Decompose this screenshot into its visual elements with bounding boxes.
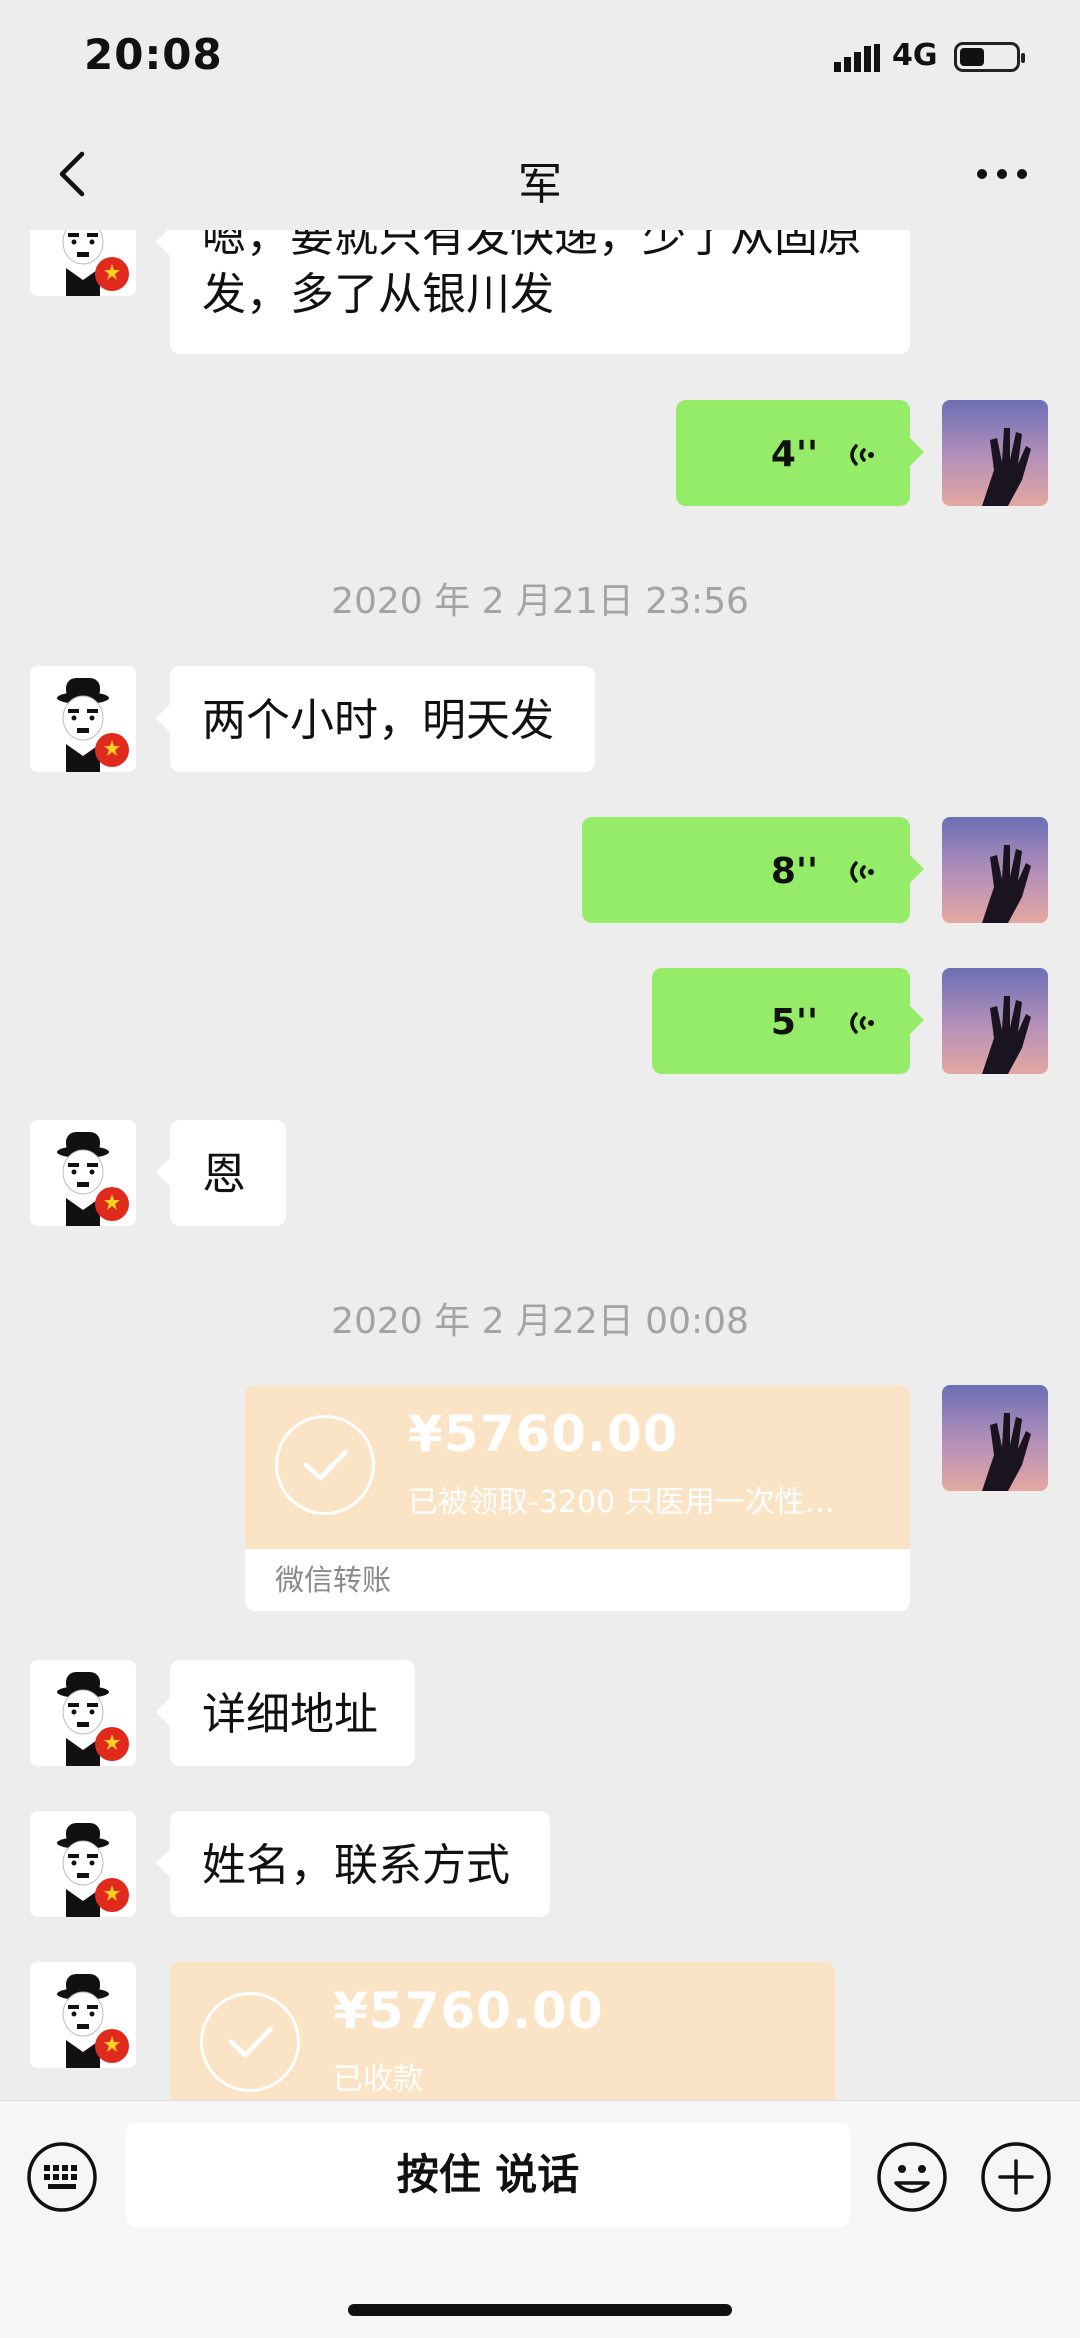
signal-icon xyxy=(834,44,880,72)
message-text: 姓名，联系方式 xyxy=(202,1840,510,1891)
plus-icon[interactable] xyxy=(980,2141,1052,2213)
hand-silhouette-avatar-icon xyxy=(942,968,1048,1074)
message-bubble[interactable]: 嗯，要就只有发快递，少了从固原发，多了从银川发 xyxy=(156,230,910,354)
voice-duration: 5'' xyxy=(770,1002,818,1043)
status-bar: 20:08 4G xyxy=(0,0,1080,120)
my-avatar[interactable] xyxy=(942,1385,1048,1491)
voice-duration: 4'' xyxy=(770,434,818,475)
timestamp: 2020 年 2 月21日 23:56 xyxy=(331,581,749,622)
chat-area[interactable]: 嗯，要就只有发快递，少了从固原发，多了从银川发 4'' 2020 年 2 月21… xyxy=(0,230,1080,2100)
contact-avatar[interactable] xyxy=(30,1120,136,1226)
message-bubble[interactable]: 姓名，联系方式 xyxy=(156,1811,550,1917)
keyboard-icon[interactable] xyxy=(26,2141,98,2213)
network-type: 4G xyxy=(892,38,938,73)
transfer-amount: ¥5760.00 xyxy=(333,1982,604,2040)
nav-bar: 军 xyxy=(0,120,1080,230)
chaplin-avatar-icon xyxy=(30,1811,136,1917)
check-circle-icon xyxy=(275,1415,375,1515)
my-avatar[interactable] xyxy=(942,968,1048,1074)
battery-icon xyxy=(954,42,1025,72)
home-indicator[interactable] xyxy=(348,2304,732,2316)
transfer-amount: ¥5760.00 xyxy=(408,1405,679,1463)
chaplin-avatar-icon xyxy=(30,1120,136,1226)
message-text: 两个小时，明天发 xyxy=(202,695,554,746)
hold-to-talk-button[interactable]: 按住 说话 xyxy=(126,2123,850,2227)
chaplin-avatar-icon xyxy=(30,230,136,296)
voice-wave-icon xyxy=(850,861,874,883)
timestamp: 2020 年 2 月22日 00:08 xyxy=(331,1301,749,1342)
voice-message[interactable]: 4'' xyxy=(676,400,924,506)
transfer-card[interactable]: ¥5760.00 已被领取-3200 只医用一次性… 微信转账 xyxy=(245,1385,910,1611)
contact-avatar[interactable] xyxy=(30,1811,136,1917)
voice-duration: 8'' xyxy=(770,851,818,892)
message-bubble[interactable]: 详细地址 xyxy=(156,1660,415,1766)
hand-silhouette-avatar-icon xyxy=(942,1385,1048,1491)
voice-wave-icon xyxy=(850,1012,874,1034)
emoji-icon[interactable] xyxy=(876,2141,948,2213)
transfer-description: 已收款 xyxy=(333,2062,423,2097)
hand-silhouette-avatar-icon xyxy=(942,817,1048,923)
message-text: 详细地址 xyxy=(202,1689,378,1740)
voice-wave-icon xyxy=(850,444,874,466)
message-text: 嗯，要就只有发快递，少了从固原发，多了从银川发 xyxy=(202,230,862,320)
contact-avatar[interactable] xyxy=(30,1660,136,1766)
message-text: 恩 xyxy=(202,1149,246,1200)
transfer-label: 微信转账 xyxy=(245,1549,910,1611)
message-bubble[interactable]: 恩 xyxy=(156,1120,286,1226)
status-time: 20:08 xyxy=(84,30,223,79)
voice-message[interactable]: 5'' xyxy=(652,968,924,1074)
contact-avatar[interactable] xyxy=(30,230,136,296)
check-circle-icon xyxy=(200,1992,300,2092)
hand-silhouette-avatar-icon xyxy=(942,400,1048,506)
message-bubble[interactable]: 两个小时，明天发 xyxy=(156,666,595,772)
transfer-card[interactable]: ¥5760.00 已收款 xyxy=(170,1962,835,2100)
more-options-icon[interactable] xyxy=(972,156,1032,192)
my-avatar[interactable] xyxy=(942,400,1048,506)
voice-message[interactable]: 8'' xyxy=(582,817,924,923)
contact-avatar[interactable] xyxy=(30,1962,136,2068)
my-avatar[interactable] xyxy=(942,817,1048,923)
chaplin-avatar-icon xyxy=(30,666,136,772)
input-bar: 按住 说话 xyxy=(0,2100,1080,2338)
chaplin-avatar-icon xyxy=(30,1660,136,1766)
chat-title: 军 xyxy=(518,159,562,210)
chaplin-avatar-icon xyxy=(30,1962,136,2068)
contact-avatar[interactable] xyxy=(30,666,136,772)
transfer-description: 已被领取-3200 只医用一次性… xyxy=(408,1485,835,1520)
